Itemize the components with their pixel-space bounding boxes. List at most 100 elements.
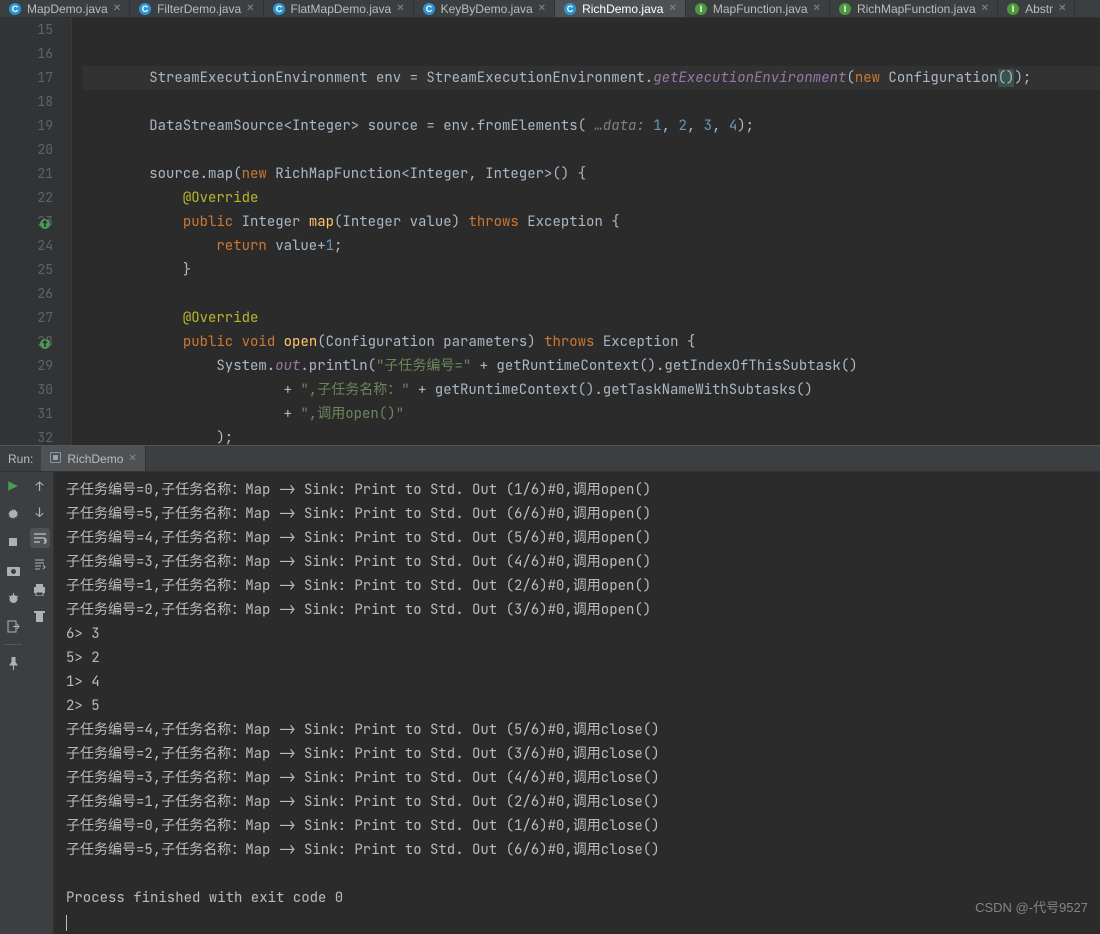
tab-label: KeyByDemo.java (441, 2, 533, 16)
svg-text:C: C (275, 4, 282, 14)
override-gutter-icon[interactable] (39, 334, 51, 346)
code-line[interactable]: return value+1; (82, 234, 1100, 258)
gutter-line[interactable]: 24 (0, 234, 53, 258)
svg-text:C: C (142, 4, 149, 14)
tab-keybydemo-java[interactable]: CKeyByDemo.java✕ (414, 0, 555, 17)
override-gutter-icon[interactable] (39, 214, 51, 226)
code-line[interactable]: } (82, 258, 1100, 282)
close-icon[interactable]: ✕ (1058, 3, 1066, 14)
code-line[interactable]: public Integer map(Integer value) throws… (82, 210, 1100, 234)
caret (66, 915, 67, 931)
close-icon[interactable]: ✕ (246, 3, 254, 14)
gutter-line[interactable]: 27 (0, 306, 53, 330)
debug-button[interactable] (3, 588, 23, 608)
close-icon[interactable]: ✕ (813, 3, 821, 14)
clear-button[interactable] (30, 606, 50, 626)
gutter-line[interactable]: 19 (0, 114, 53, 138)
code-line[interactable]: @Override (82, 186, 1100, 210)
run-panel: Run: RichDemo ✕ ↑ ↓ 子任务编号=0,子 (0, 445, 1100, 934)
gutter-line[interactable]: 20 (0, 138, 53, 162)
java-class-icon: C (8, 2, 22, 16)
camera-button[interactable] (3, 560, 23, 580)
watermark: CSDN @-代号9527 (975, 897, 1088, 916)
console-output[interactable]: 子任务编号=0,子任务名称：Map -> Sink: Print to Std.… (54, 472, 1100, 934)
code-line[interactable]: + ",子任务名称：" + getRuntimeContext().getTas… (82, 378, 1100, 402)
tab-flatmapdemo-java[interactable]: CFlatMapDemo.java✕ (264, 0, 414, 17)
tab-label: MapDemo.java (27, 2, 108, 16)
down-button[interactable]: ↓ (30, 502, 50, 522)
code-line[interactable]: System.out.println("子任务编号=" + getRuntime… (82, 354, 1100, 378)
print-button[interactable] (30, 580, 50, 600)
tab-filterdemo-java[interactable]: CFilterDemo.java✕ (130, 0, 263, 17)
output-line: 子任务编号=5,子任务名称：Map -> Sink: Print to Std.… (66, 502, 1100, 526)
tab-mapfunction-java[interactable]: IMapFunction.java✕ (686, 0, 830, 17)
java-class-icon: I (694, 2, 708, 16)
close-icon[interactable]: ✕ (113, 3, 121, 14)
pin-button[interactable] (3, 653, 23, 673)
output-line: 子任务编号=2,子任务名称：Map -> Sink: Print to Std.… (66, 742, 1100, 766)
gutter-line[interactable]: 26 (0, 282, 53, 306)
code-line[interactable] (82, 282, 1100, 306)
output-line: 子任务编号=1,子任务名称：Map -> Sink: Print to Std.… (66, 574, 1100, 598)
gutter-line[interactable]: 28 (0, 330, 53, 354)
exit-button[interactable] (3, 616, 23, 636)
tab-label: Abstr (1025, 2, 1053, 16)
code-line[interactable]: @Override (82, 306, 1100, 330)
close-icon[interactable]: ✕ (538, 3, 546, 14)
tab-mapdemo-java[interactable]: C MapDemo.java ✕ (0, 0, 130, 17)
close-icon[interactable]: ✕ (668, 3, 676, 14)
editor: 15161718192021222324252627282930313233 S… (0, 18, 1100, 445)
gutter-line[interactable]: 22 (0, 186, 53, 210)
output-line: 1> 4 (66, 670, 1100, 694)
output-line: 子任务编号=0,子任务名称：Map -> Sink: Print to Std.… (66, 814, 1100, 838)
run-tab[interactable]: RichDemo ✕ (41, 446, 145, 471)
gutter-line[interactable]: 16 (0, 42, 53, 66)
java-class-icon: C (138, 2, 152, 16)
rerun-button[interactable] (3, 476, 23, 496)
code-line[interactable]: source.map(new RichMapFunction<Integer, … (82, 162, 1100, 186)
code-line[interactable]: DataStreamSource<Integer> source = env.f… (82, 114, 1100, 138)
code-line[interactable] (82, 42, 1100, 66)
code-line[interactable] (82, 90, 1100, 114)
scroll-end-button[interactable] (30, 554, 50, 574)
editor-tabs: CMapDemo.java✕CFilterDemo.java✕CFlatMapD… (0, 0, 1100, 18)
gutter-line[interactable]: 31 (0, 402, 53, 426)
code-area[interactable]: StreamExecutionEnvironment env = StreamE… (72, 18, 1100, 445)
code-line[interactable]: StreamExecutionEnvironment env = StreamE… (82, 66, 1100, 90)
tab-abstr[interactable]: I Abstr ✕ (998, 0, 1075, 17)
close-icon[interactable]: ✕ (396, 3, 404, 14)
gutter-line[interactable]: 23 (0, 210, 53, 234)
output-line: 2> 5 (66, 694, 1100, 718)
gutter-line[interactable]: 25 (0, 258, 53, 282)
gutter-line[interactable]: 30 (0, 378, 53, 402)
gutter-line[interactable]: 32 (0, 426, 53, 445)
close-icon[interactable]: ✕ (128, 453, 136, 464)
run-tools-right: ↑ ↓ (26, 472, 54, 934)
soft-wrap-button[interactable] (30, 528, 50, 548)
code-line[interactable]: public void open(Configuration parameter… (82, 330, 1100, 354)
dump-button[interactable] (3, 532, 23, 552)
up-button[interactable]: ↑ (30, 476, 50, 496)
output-line: 子任务编号=1,子任务名称：Map -> Sink: Print to Std.… (66, 790, 1100, 814)
output-line: Process finished with exit code 0 (66, 886, 1100, 910)
output-line: 子任务编号=3,子任务名称：Map -> Sink: Print to Std.… (66, 766, 1100, 790)
code-line[interactable]: ); (82, 426, 1100, 445)
gutter-line[interactable]: 15 (0, 18, 53, 42)
tab-richdemo-java[interactable]: C RichDemo.java ✕ (555, 0, 686, 17)
code-line[interactable] (82, 18, 1100, 42)
gutter-line[interactable]: 29 (0, 354, 53, 378)
output-line: 子任务编号=3,子任务名称：Map -> Sink: Print to Std.… (66, 550, 1100, 574)
tab-label: RichDemo.java (582, 2, 663, 16)
gutter-line[interactable]: 21 (0, 162, 53, 186)
java-class-icon: C (563, 2, 577, 16)
code-line[interactable]: + ",调用open()" (82, 402, 1100, 426)
tab-richmapfunction-java[interactable]: IRichMapFunction.java✕ (830, 0, 998, 17)
svg-text:I: I (1012, 4, 1015, 14)
gutter-line[interactable]: 18 (0, 90, 53, 114)
output-line: 5> 2 (66, 646, 1100, 670)
settings-button[interactable] (3, 504, 23, 524)
java-class-icon: C (272, 2, 286, 16)
close-icon[interactable]: ✕ (981, 3, 989, 14)
gutter-line[interactable]: 17 (0, 66, 53, 90)
code-line[interactable] (82, 138, 1100, 162)
